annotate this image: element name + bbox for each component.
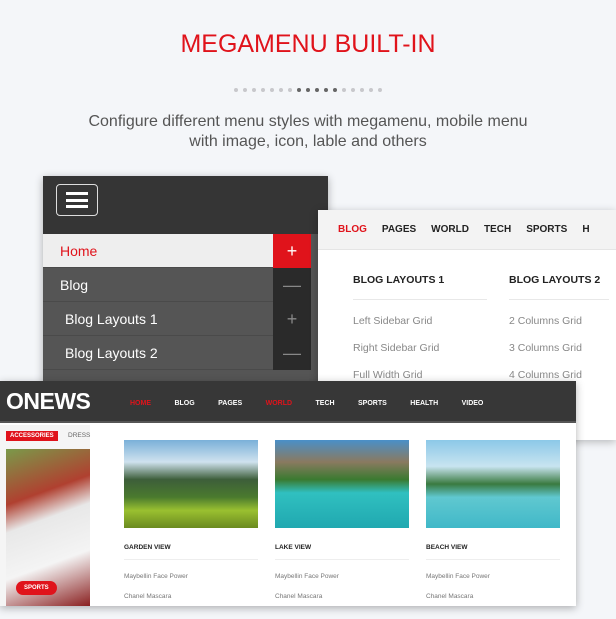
- slider-dot[interactable]: [342, 88, 346, 92]
- slider-dots: [234, 88, 382, 92]
- card-link[interactable]: Maybellin Face Power: [426, 573, 560, 580]
- mobile-menu-item-blog-layouts-1[interactable]: Blog Layouts 1 +: [43, 302, 311, 336]
- lake-image: [275, 440, 409, 528]
- card-link[interactable]: Chanel Mascara: [275, 593, 409, 600]
- slider-dot[interactable]: [297, 88, 301, 92]
- slider-dot[interactable]: [306, 88, 310, 92]
- slider-dot[interactable]: [378, 88, 382, 92]
- nav-world[interactable]: WORLD: [431, 224, 469, 235]
- slider-dot[interactable]: [360, 88, 364, 92]
- menu-link[interactable]: Full Width Grid: [353, 369, 487, 381]
- slider-dot[interactable]: [270, 88, 274, 92]
- menu-link[interactable]: 3 Columns Grid: [509, 342, 609, 354]
- slider-dot[interactable]: [252, 88, 256, 92]
- menu-link[interactable]: 4 Columns Grid: [509, 369, 609, 381]
- slider-dot[interactable]: [351, 88, 355, 92]
- slider-dot[interactable]: [243, 88, 247, 92]
- nav-world[interactable]: WORLD: [266, 400, 292, 407]
- mobile-menu-item-home[interactable]: Home +: [43, 234, 311, 268]
- nav-tech[interactable]: TECH: [484, 224, 511, 235]
- nav-sports[interactable]: SPORTS: [358, 400, 387, 407]
- accessories-tag[interactable]: ACCESSORIES: [6, 431, 58, 441]
- item-label: Home: [60, 243, 98, 259]
- item-label: Blog: [60, 277, 89, 293]
- plus-icon[interactable]: +: [273, 234, 311, 268]
- nav-pages[interactable]: PAGES: [218, 400, 242, 407]
- nav-tech[interactable]: TECH: [316, 400, 335, 407]
- card-lake-view[interactable]: LAKE VIEW Maybellin Face Power Chanel Ma…: [275, 440, 409, 600]
- item-label: Blog Layouts 2: [65, 345, 158, 361]
- slider-dot[interactable]: [324, 88, 328, 92]
- slider-dot[interactable]: [369, 88, 373, 92]
- slider-dot[interactable]: [234, 88, 238, 92]
- megamenu-column: BLOG LAYOUTS 2 2 Columns Grid 3 Columns …: [509, 274, 609, 381]
- minus-icon[interactable]: —: [273, 336, 311, 370]
- slider-dot[interactable]: [288, 88, 292, 92]
- menu-link[interactable]: Right Sidebar Grid: [353, 342, 487, 354]
- minus-icon[interactable]: —: [273, 268, 311, 302]
- menu-link[interactable]: Left Sidebar Grid: [353, 315, 487, 327]
- megamenu-column: BLOG LAYOUTS 1 Left Sidebar Grid Right S…: [353, 274, 487, 381]
- nav-blog[interactable]: BLOG: [174, 400, 194, 407]
- nav-h[interactable]: H: [582, 224, 589, 235]
- onews-nav: HOME BLOG PAGES WORLD TECH SPORTS HEALTH…: [130, 392, 502, 410]
- card-garden-view[interactable]: GARDEN VIEW Maybellin Face Power Chanel …: [124, 440, 258, 600]
- slider-dot[interactable]: [333, 88, 337, 92]
- item-label: Blog Layouts 1: [65, 311, 158, 327]
- card-title: GARDEN VIEW: [124, 544, 258, 560]
- card-link[interactable]: Maybellin Face Power: [124, 573, 258, 580]
- card-title: BEACH VIEW: [426, 544, 560, 560]
- card-link[interactable]: Maybellin Face Power: [275, 573, 409, 580]
- plus-icon[interactable]: +: [273, 302, 311, 336]
- nav-health[interactable]: HEALTH: [410, 400, 438, 407]
- slider-dot[interactable]: [279, 88, 283, 92]
- sidebar: ACCESSORIES DRESS SPORTS: [0, 425, 90, 606]
- card-link[interactable]: Chanel Mascara: [124, 593, 258, 600]
- mobile-menu-preview: Home + Blog — Blog Layouts 1 + Blog Layouts…: [43, 176, 328, 386]
- hamburger-menu-icon[interactable]: [56, 184, 98, 216]
- column-title: BLOG LAYOUTS 2: [509, 274, 609, 300]
- card-beach-view[interactable]: BEACH VIEW Maybellin Face Power Chanel M…: [426, 440, 560, 600]
- card-link[interactable]: Chanel Mascara: [426, 593, 560, 600]
- subtitle-line: with image, icon, lable and others: [189, 133, 427, 150]
- dress-tab[interactable]: DRESS: [68, 432, 90, 439]
- column-title: BLOG LAYOUTS 1: [353, 274, 487, 300]
- onews-preview: ONEWS HOME BLOG PAGES WORLD TECH SPORTS …: [0, 381, 576, 606]
- slider-dot[interactable]: [315, 88, 319, 92]
- sports-badge[interactable]: SPORTS: [16, 581, 57, 595]
- logo[interactable]: ONEWS: [6, 388, 130, 415]
- beach-image: [426, 440, 560, 528]
- garden-image: [124, 440, 258, 528]
- slider-dot[interactable]: [261, 88, 265, 92]
- menu-link[interactable]: 2 Columns Grid: [509, 315, 609, 327]
- subtitle: Configure different menu styles with meg…: [0, 112, 616, 152]
- card-title: LAKE VIEW: [275, 544, 409, 560]
- nav-pages[interactable]: PAGES: [382, 224, 416, 235]
- subtitle-line: Configure different menu styles with meg…: [88, 113, 528, 130]
- nav-sports[interactable]: SPORTS: [526, 224, 567, 235]
- mobile-menu-item-blog-layouts-2[interactable]: Blog Layouts 2 —: [43, 336, 311, 370]
- nav-blog[interactable]: BLOG: [338, 224, 367, 235]
- megamenu-nav: BLOG PAGES WORLD TECH SPORTS H: [318, 210, 616, 250]
- nav-home[interactable]: HOME: [130, 400, 151, 407]
- nav-video[interactable]: VIDEO: [462, 400, 484, 407]
- page-heading: MEGAMENU BUILT-IN: [180, 30, 436, 58]
- mobile-menu-item-blog[interactable]: Blog —: [43, 268, 311, 302]
